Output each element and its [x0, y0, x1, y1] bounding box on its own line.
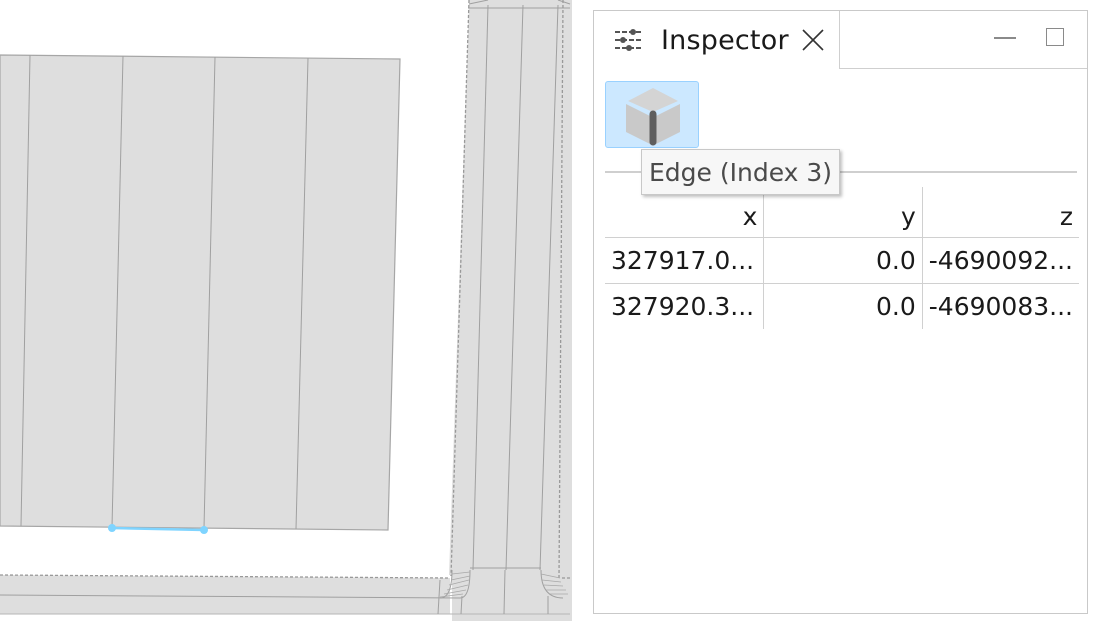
close-icon[interactable] [801, 28, 825, 52]
cell-y[interactable]: 0.0 [763, 237, 923, 284]
table-row[interactable]: 327920.3... 0.0 -4690083... [605, 283, 1079, 329]
cell-z[interactable]: -4690092... [921, 237, 1079, 284]
cell-x[interactable]: 327917.0... [605, 237, 764, 284]
sliders-icon [615, 29, 643, 51]
mesh-corridor-horizontal[interactable] [0, 575, 450, 614]
tooltip: Edge (Index 3) [641, 149, 841, 195]
3d-viewport[interactable] [0, 0, 572, 621]
selection-type-button[interactable] [605, 81, 699, 148]
minimize-icon[interactable] [994, 37, 1016, 39]
maximize-icon[interactable] [1046, 28, 1064, 46]
inspector-panel: Inspector Edge (Index 3) x y z 327917.0.… [593, 10, 1088, 614]
cell-z[interactable]: -4690083... [921, 283, 1079, 329]
tab-title: Inspector [661, 24, 789, 56]
cell-x[interactable]: 327920.3... [605, 283, 764, 329]
edge-vertex-start[interactable] [108, 524, 116, 532]
mesh-canvas[interactable] [0, 0, 572, 621]
tab-inspector[interactable]: Inspector [594, 11, 840, 69]
mesh-corridor-vertical[interactable] [449, 0, 572, 621]
edge-vertex-end[interactable] [200, 526, 208, 534]
vertex-table: x y z 327917.0... 0.0 -4690092... 327920… [605, 187, 1079, 329]
table-row[interactable]: 327917.0... 0.0 -4690092... [605, 237, 1079, 284]
cell-y[interactable]: 0.0 [763, 283, 923, 329]
mesh-slab[interactable] [0, 54, 401, 531]
cube-edge-icon [626, 88, 680, 146]
column-header-z[interactable]: z [921, 187, 1079, 238]
tabbar-divider [839, 68, 1087, 69]
